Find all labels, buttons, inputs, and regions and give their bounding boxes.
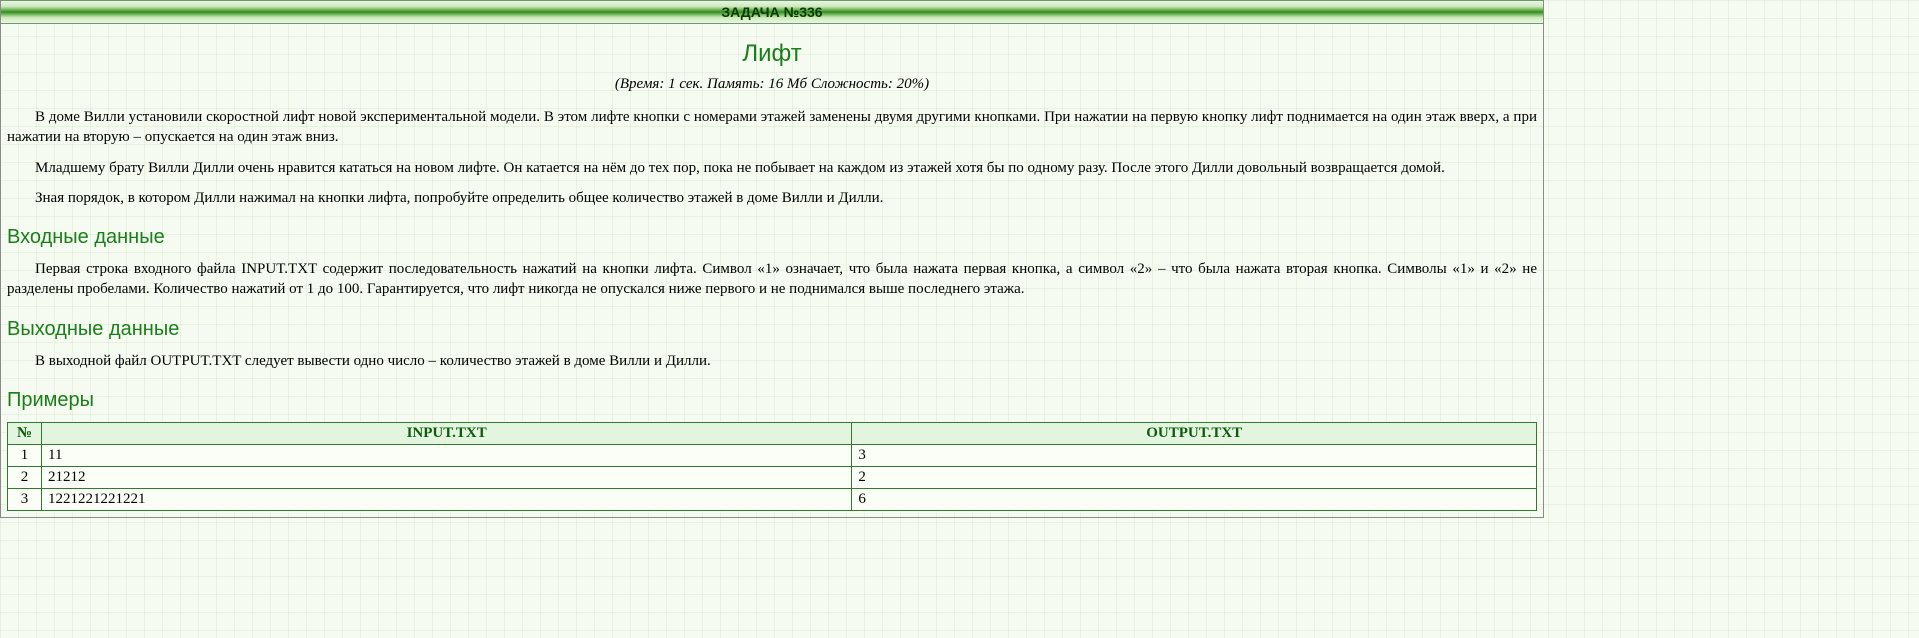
input-heading: Входные данные bbox=[7, 226, 1537, 249]
cell-input: 11 bbox=[42, 444, 852, 466]
output-heading: Выходные данные bbox=[7, 318, 1537, 341]
problem-header: ЗАДАЧА №336 bbox=[1, 0, 1543, 24]
col-number: № bbox=[8, 422, 42, 444]
problem-content: Лифт (Время: 1 сек. Память: 16 Мб Сложно… bbox=[1, 40, 1543, 511]
table-row: 1 11 3 bbox=[8, 444, 1537, 466]
problem-container: ЗАДАЧА №336 Лифт (Время: 1 сек. Память: … bbox=[0, 0, 1544, 518]
statement-paragraph: В доме Вилли установили скоростной лифт … bbox=[7, 107, 1537, 148]
col-input: INPUT.TXT bbox=[42, 422, 852, 444]
output-paragraph: В выходной файл OUTPUT.TXT следует вывес… bbox=[7, 351, 1537, 371]
problem-title: Лифт bbox=[7, 40, 1537, 68]
table-header-row: № INPUT.TXT OUTPUT.TXT bbox=[8, 422, 1537, 444]
problem-meta: (Время: 1 сек. Память: 16 Мб Сложность: … bbox=[7, 76, 1537, 93]
statement-paragraph: Младшему брату Вилли Дилли очень нравитс… bbox=[7, 158, 1537, 178]
col-output: OUTPUT.TXT bbox=[852, 422, 1537, 444]
statement-paragraph: Зная порядок, в котором Дилли нажимал на… bbox=[7, 188, 1537, 208]
input-paragraph: Первая строка входного файла INPUT.TXT с… bbox=[7, 259, 1537, 300]
cell-output: 3 bbox=[852, 444, 1537, 466]
cell-number: 1 bbox=[8, 444, 42, 466]
cell-number: 2 bbox=[8, 466, 42, 488]
table-row: 2 21212 2 bbox=[8, 466, 1537, 488]
cell-input: 1221221221221 bbox=[42, 488, 852, 510]
cell-output: 6 bbox=[852, 488, 1537, 510]
examples-heading: Примеры bbox=[7, 389, 1537, 412]
cell-input: 21212 bbox=[42, 466, 852, 488]
examples-table: № INPUT.TXT OUTPUT.TXT 1 11 3 2 21212 2 … bbox=[7, 422, 1537, 511]
cell-output: 2 bbox=[852, 466, 1537, 488]
cell-number: 3 bbox=[8, 488, 42, 510]
table-row: 3 1221221221221 6 bbox=[8, 488, 1537, 510]
